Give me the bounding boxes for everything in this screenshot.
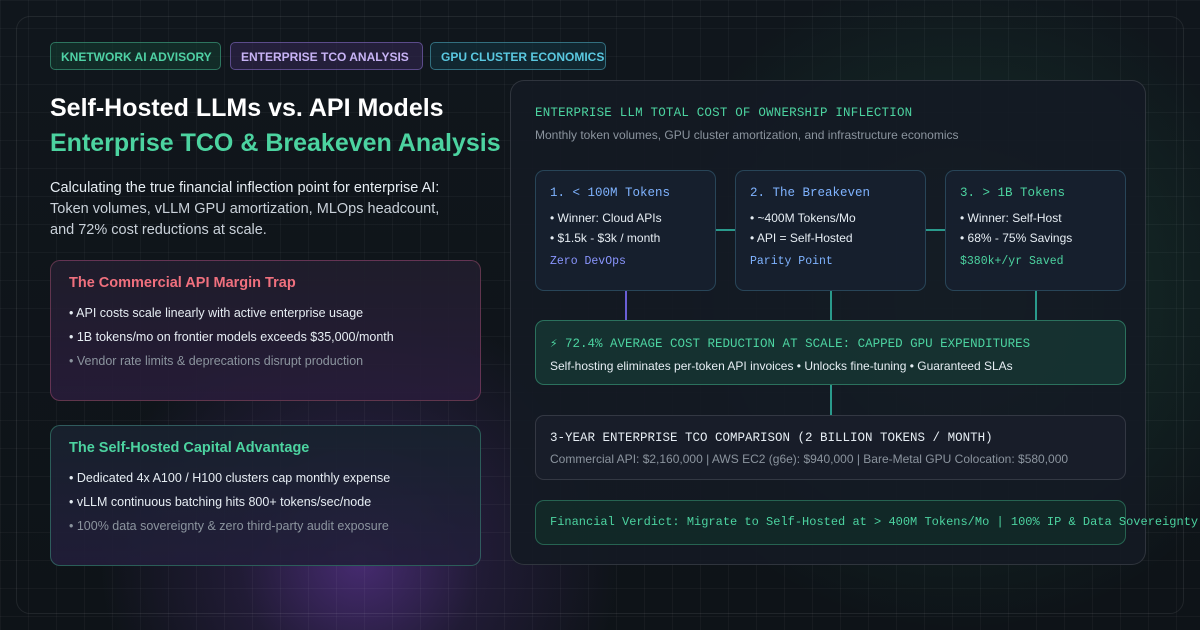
headline-title: Self-Hosted LLMs vs. API Models: [50, 94, 444, 122]
stage-footer: Zero DevOps: [550, 255, 626, 268]
card-title: The Self-Hosted Capital Advantage: [69, 440, 310, 456]
comparison-body: Commercial API: $2,160,000 | AWS EC2 (g6…: [550, 452, 1069, 466]
description: Calculating the true financial inflectio…: [50, 178, 470, 241]
stage-card-high-volume: 3. > 1B Tokens • Winner: Self-Host • 68%…: [945, 170, 1126, 291]
description-line: Token volumes, vLLM GPU amortization, ML…: [50, 201, 440, 217]
highlight-title: ⚡ 72.4% AVERAGE COST REDUCTION AT SCALE:…: [550, 337, 1031, 351]
stage-title: 3. > 1B Tokens: [960, 186, 1066, 200]
panel-subtitle: Monthly token volumes, GPU cluster amort…: [535, 128, 959, 142]
card-item: • vLLM continuous batching hits 800+ tok…: [69, 495, 372, 509]
verdict-text: Financial Verdict: Migrate to Self-Hoste…: [550, 515, 1199, 529]
card-item: • Dedicated 4x A100 / H100 clusters cap …: [69, 471, 391, 485]
badge-gpu-economics: GPU CLUSTER ECONOMICS: [430, 42, 606, 70]
description-line: Calculating the true financial inflectio…: [50, 180, 440, 196]
badge-tco-analysis: ENTERPRISE TCO ANALYSIS: [230, 42, 423, 70]
stage-line: • Winner: Self-Host: [960, 211, 1062, 225]
headline-subtitle: Enterprise TCO & Breakeven Analysis: [50, 129, 501, 157]
stage-card-low-volume: 1. < 100M Tokens • Winner: Cloud APIs • …: [535, 170, 716, 291]
panel-title: ENTERPRISE LLM TOTAL COST OF OWNERSHIP I…: [535, 106, 913, 120]
stage-card-breakeven: 2. The Breakeven • ~400M Tokens/Mo • API…: [735, 170, 926, 291]
stage-line: • 68% - 75% Savings: [960, 231, 1073, 245]
connector-line: [625, 291, 627, 320]
financial-verdict: Financial Verdict: Migrate to Self-Hoste…: [535, 500, 1199, 545]
highlight-body: Self-hosting eliminates per-token API in…: [550, 359, 1013, 373]
comparison-title: 3-YEAR ENTERPRISE TCO COMPARISON (2 BILL…: [550, 431, 993, 445]
connector-line: [926, 229, 945, 231]
connector-line: [830, 291, 832, 320]
stage-footer: Parity Point: [750, 255, 833, 268]
card-title: The Commercial API Margin Trap: [69, 275, 296, 291]
connector-line: [1035, 291, 1037, 320]
badge-knetwork: KNETWORK AI ADVISORY: [50, 42, 221, 70]
stage-title: 1. < 100M Tokens: [550, 186, 671, 200]
tco-comparison: 3-YEAR ENTERPRISE TCO COMPARISON (2 BILL…: [535, 415, 1126, 480]
stage-line: • Winner: Cloud APIs: [550, 211, 662, 225]
stage-line: • API = Self-Hosted: [750, 231, 853, 245]
card-item: • API costs scale linearly with active e…: [69, 306, 364, 320]
stage-footer: $380k+/yr Saved: [960, 255, 1064, 268]
card-item: • Vendor rate limits & deprecations disr…: [69, 354, 364, 368]
stage-title: 2. The Breakeven: [750, 186, 871, 200]
cost-reduction-highlight: ⚡ 72.4% AVERAGE COST REDUCTION AT SCALE:…: [535, 320, 1126, 385]
stage-line: • $1.5k - $3k / month: [550, 231, 661, 245]
description-line: and 72% cost reductions at scale.: [50, 222, 267, 238]
connector-line: [830, 385, 832, 415]
self-hosted-advantage-card: The Self-Hosted Capital Advantage • Dedi…: [50, 425, 481, 566]
connector-line: [716, 229, 735, 231]
api-margin-trap-card: The Commercial API Margin Trap • API cos…: [50, 260, 481, 401]
card-item: • 100% data sovereignty & zero third-par…: [69, 519, 389, 533]
card-item: • 1B tokens/mo on frontier models exceed…: [69, 330, 394, 344]
stage-line: • ~400M Tokens/Mo: [750, 211, 856, 225]
